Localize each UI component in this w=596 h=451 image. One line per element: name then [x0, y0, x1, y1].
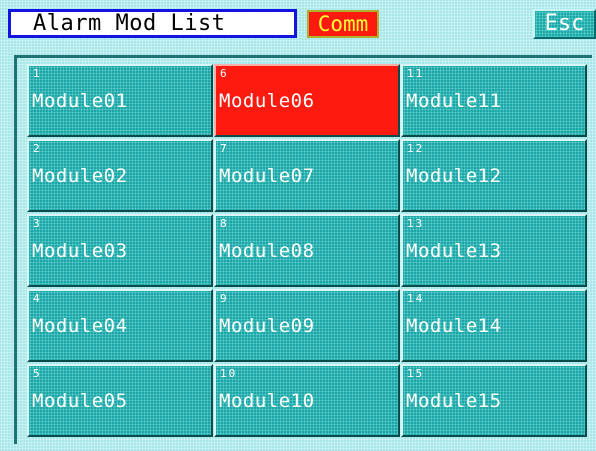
- module-label: Module15: [406, 390, 502, 412]
- module-button[interactable]: 9 Module09: [214, 289, 400, 362]
- module-number: 3: [33, 217, 42, 230]
- module-number: 15: [407, 367, 425, 380]
- module-number: 8: [220, 217, 229, 230]
- module-number: 6: [220, 67, 229, 80]
- module-grid: 1 Module01 6 Module06 11 Module11 2 Module02…: [27, 64, 587, 437]
- module-label: Module14: [406, 315, 502, 337]
- module-label: Module13: [406, 240, 502, 262]
- module-number: 10: [220, 367, 238, 380]
- module-label: Module06: [219, 90, 315, 112]
- module-number: 9: [220, 292, 229, 305]
- module-label: Module01: [32, 90, 128, 112]
- module-button[interactable]: 10 Module10: [214, 364, 400, 437]
- module-button[interactable]: 6 Module06: [214, 64, 400, 137]
- esc-button[interactable]: Esc: [533, 9, 596, 39]
- module-label: Module09: [219, 315, 315, 337]
- module-button[interactable]: 12 Module12: [401, 139, 587, 212]
- module-button[interactable]: 13 Module13: [401, 214, 587, 287]
- module-label: Module07: [219, 165, 315, 187]
- module-label: Module04: [32, 315, 128, 337]
- module-label: Module03: [32, 240, 128, 262]
- module-button[interactable]: 5 Module05: [27, 364, 213, 437]
- module-label: Module10: [219, 390, 315, 412]
- module-label: Module12: [406, 165, 502, 187]
- module-label: Module05: [32, 390, 128, 412]
- module-button[interactable]: 15 Module15: [401, 364, 587, 437]
- module-number: 12: [407, 142, 425, 155]
- module-number: 1: [33, 67, 42, 80]
- module-number: 11: [407, 67, 425, 80]
- module-button[interactable]: 1 Module01: [27, 64, 213, 137]
- page-title: Alarm Mod List: [8, 9, 297, 38]
- module-number: 4: [33, 292, 42, 305]
- module-number: 13: [407, 217, 425, 230]
- module-button[interactable]: 11 Module11: [401, 64, 587, 137]
- module-button[interactable]: 7 Module07: [214, 139, 400, 212]
- module-button[interactable]: 4 Module04: [27, 289, 213, 362]
- module-number: 14: [407, 292, 425, 305]
- module-button[interactable]: 3 Module03: [27, 214, 213, 287]
- module-number: 5: [33, 367, 42, 380]
- module-label: Module02: [32, 165, 128, 187]
- module-number: 2: [33, 142, 42, 155]
- module-button[interactable]: 8 Module08: [214, 214, 400, 287]
- module-button[interactable]: 14 Module14: [401, 289, 587, 362]
- module-label: Module11: [406, 90, 502, 112]
- comm-status-badge: Comm: [307, 10, 379, 38]
- module-button[interactable]: 2 Module02: [27, 139, 213, 212]
- module-number: 7: [220, 142, 229, 155]
- module-label: Module08: [219, 240, 315, 262]
